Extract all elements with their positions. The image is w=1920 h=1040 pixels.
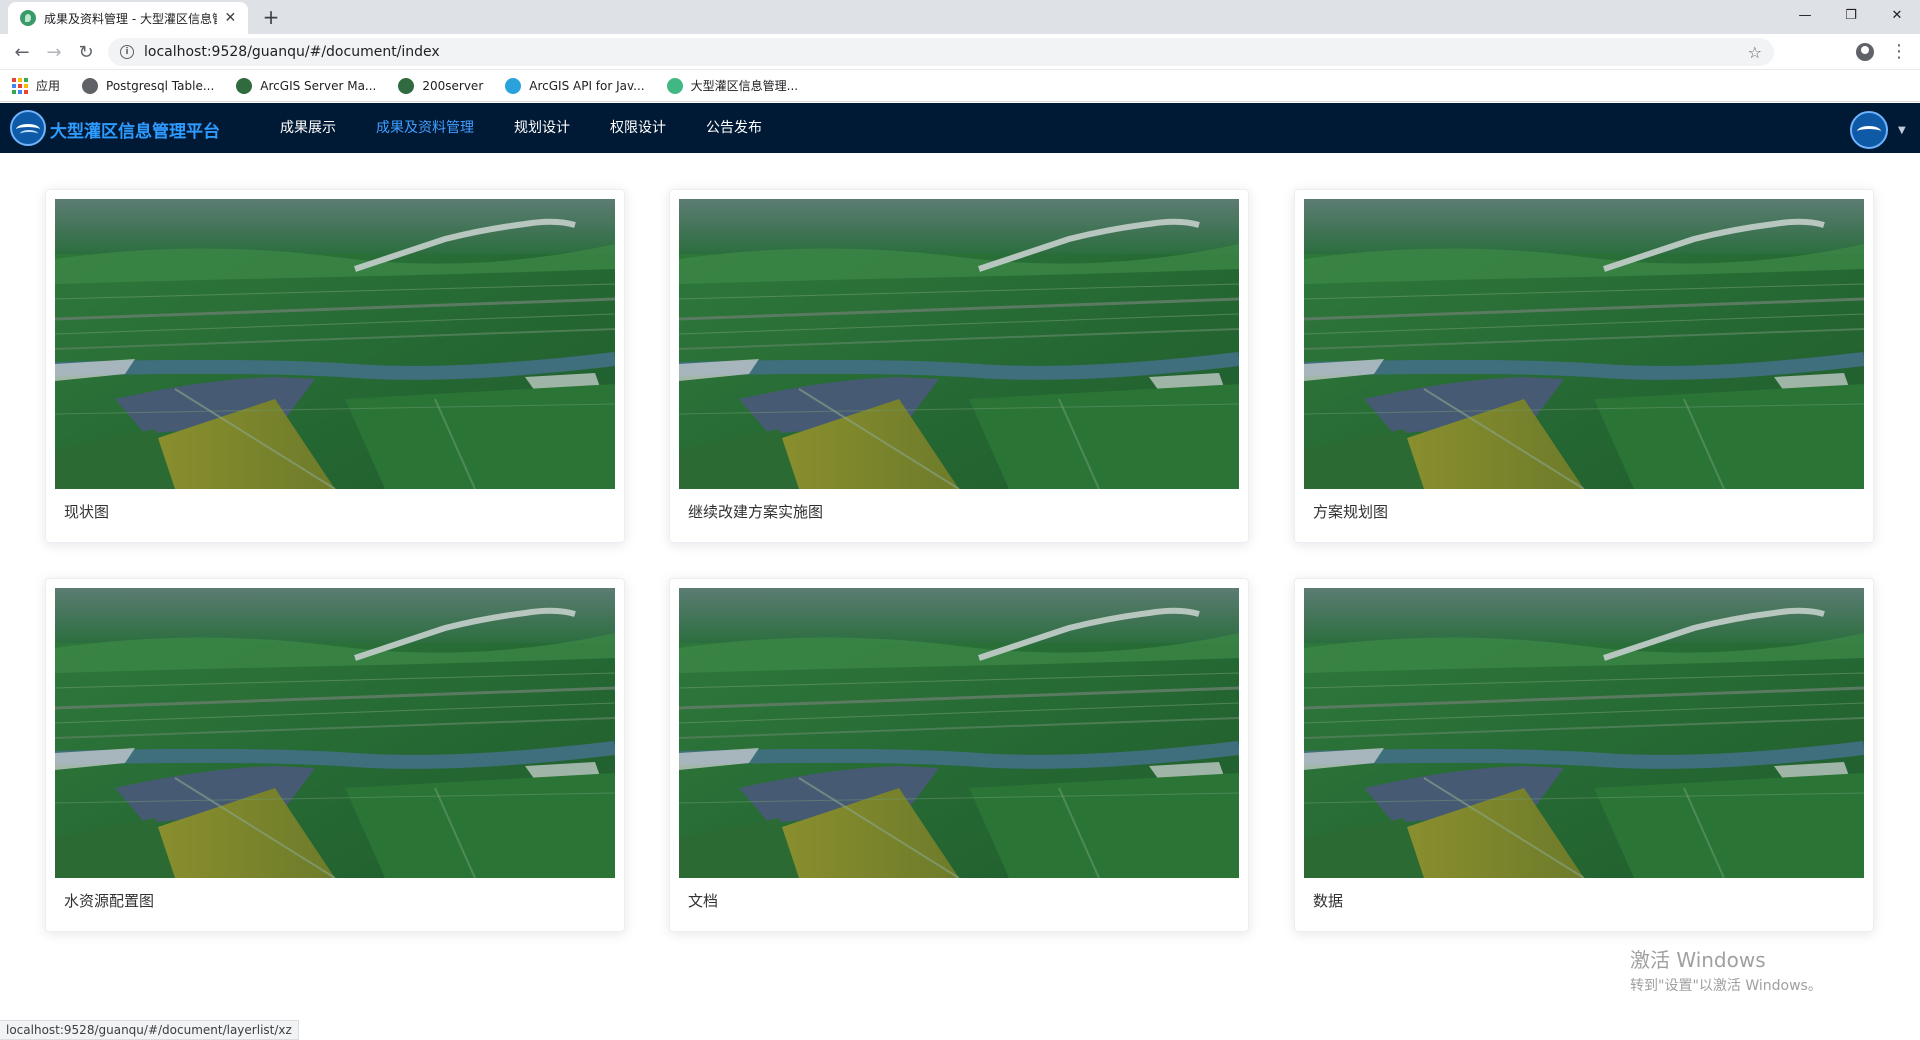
globe-icon [82, 77, 99, 94]
bookmark-label: 应用 [36, 79, 61, 93]
card-title: 方案规划图 [1313, 503, 1389, 521]
window-controls: — ❐ ✕ [1782, 0, 1920, 30]
arcgis-icon [505, 77, 522, 94]
apps-grid-icon [12, 77, 28, 94]
kebab-menu-icon[interactable]: ⋮ [1890, 40, 1908, 64]
bookmark-guanqu[interactable]: 大型灌区信息管理... [666, 77, 799, 94]
card-title: 文档 [688, 892, 719, 910]
card-current-map[interactable]: 现状图 [45, 189, 625, 543]
main-nav: 成果展示 成果及资料管理 规划设计 权限设计 公告发布 [260, 103, 782, 153]
card-planning-map[interactable]: 方案规划图 [1294, 189, 1874, 543]
reload-icon[interactable]: ↻ [72, 38, 100, 66]
card-title: 水资源配置图 [64, 892, 155, 910]
aerial-thumbnail [1304, 588, 1864, 878]
window-close-icon[interactable]: ✕ [1874, 0, 1920, 30]
document-card-grid: 现状图 继续改建方案实施图 方案规划图 水资源配置图 文档 数据 [0, 153, 1920, 1013]
browser-tab-active[interactable]: 成果及资料管理 - 大型灌区信息管 ✕ [8, 2, 248, 34]
tab-title: 成果及资料管理 - 大型灌区信息管 [44, 11, 217, 26]
new-tab-button[interactable]: + [258, 4, 284, 30]
bookmarks-bar: 应用 Postgresql Table... ArcGIS Server Ma.… [0, 70, 1920, 102]
aerial-thumbnail [55, 199, 615, 489]
bookmark-200server[interactable]: 200server [398, 77, 484, 94]
caret-down-icon[interactable]: ▼ [1898, 125, 1906, 136]
link-status-bar: localhost:9528/guanqu/#/document/layerli… [0, 1020, 299, 1040]
card-title: 继续改建方案实施图 [688, 503, 824, 521]
card-title: 现状图 [64, 503, 110, 521]
bookmark-label: ArcGIS Server Ma... [260, 78, 377, 93]
brand-title: 大型灌区信息管理平台 [50, 122, 220, 142]
card-title: 数据 [1313, 892, 1344, 910]
card-data[interactable]: 数据 [1294, 578, 1874, 932]
browser-tabstrip: 成果及资料管理 - 大型灌区信息管 ✕ + — ❐ ✕ [0, 0, 1920, 34]
restore-icon[interactable]: ❐ [1828, 0, 1874, 30]
globe-icon [236, 77, 253, 94]
globe-icon [398, 77, 415, 94]
avatar[interactable] [1850, 111, 1888, 149]
url-text[interactable]: localhost:9528/guanqu/#/document/index [144, 44, 1748, 60]
watermark-subtitle: 转到"设置"以激活 Windows。 [1630, 978, 1822, 994]
logo-icon [10, 110, 46, 146]
vue-leaf-icon [666, 77, 683, 94]
back-arrow-icon[interactable]: ← [8, 38, 36, 66]
nav-item-documents[interactable]: 成果及资料管理 [356, 103, 494, 153]
nav-item-planning[interactable]: 规划设计 [494, 103, 590, 153]
nav-item-results[interactable]: 成果展示 [260, 103, 356, 153]
bookmark-star-icon[interactable]: ☆ [1748, 43, 1762, 62]
bookmark-apps[interactable]: 应用 [12, 77, 60, 94]
card-water-resource-map[interactable]: 水资源配置图 [45, 578, 625, 932]
bookmark-postgresql[interactable]: Postgresql Table... [82, 77, 215, 94]
tab-close-icon[interactable]: ✕ [223, 10, 238, 26]
aerial-thumbnail [1304, 199, 1864, 489]
forward-arrow-icon[interactable]: → [40, 38, 68, 66]
windows-activation-watermark: 激活 Windows 转到"设置"以激活 Windows。 [1630, 944, 1822, 995]
browser-toolbar: ← → ↻ i localhost:9528/guanqu/#/document… [0, 34, 1920, 70]
nav-item-announcements[interactable]: 公告发布 [686, 103, 782, 153]
bookmark-label: 大型灌区信息管理... [690, 79, 799, 93]
watermark-title: 激活 Windows [1630, 948, 1766, 972]
profile-icon[interactable] [1856, 43, 1874, 61]
card-documents[interactable]: 文档 [669, 578, 1249, 932]
aerial-thumbnail [55, 588, 615, 878]
bookmark-label: ArcGIS API for Jav... [529, 78, 645, 93]
bookmark-arcgis-server[interactable]: ArcGIS Server Ma... [236, 77, 377, 94]
aerial-thumbnail [679, 588, 1239, 878]
bookmark-arcgis-api[interactable]: ArcGIS API for Jav... [505, 77, 645, 94]
bookmark-label: 200server [422, 78, 484, 93]
card-renovation-map[interactable]: 继续改建方案实施图 [669, 189, 1249, 543]
aerial-thumbnail [679, 199, 1239, 489]
bookmark-label: Postgresql Table... [106, 78, 215, 93]
vue-leaf-icon [20, 10, 36, 26]
site-info-icon[interactable]: i [120, 45, 134, 59]
minimize-icon[interactable]: — [1782, 0, 1828, 30]
app-header: 大型灌区信息管理平台 成果展示 成果及资料管理 规划设计 权限设计 公告发布 ▼ [0, 103, 1920, 153]
nav-item-permissions[interactable]: 权限设计 [590, 103, 686, 153]
address-bar[interactable]: i localhost:9528/guanqu/#/document/index… [108, 38, 1774, 66]
